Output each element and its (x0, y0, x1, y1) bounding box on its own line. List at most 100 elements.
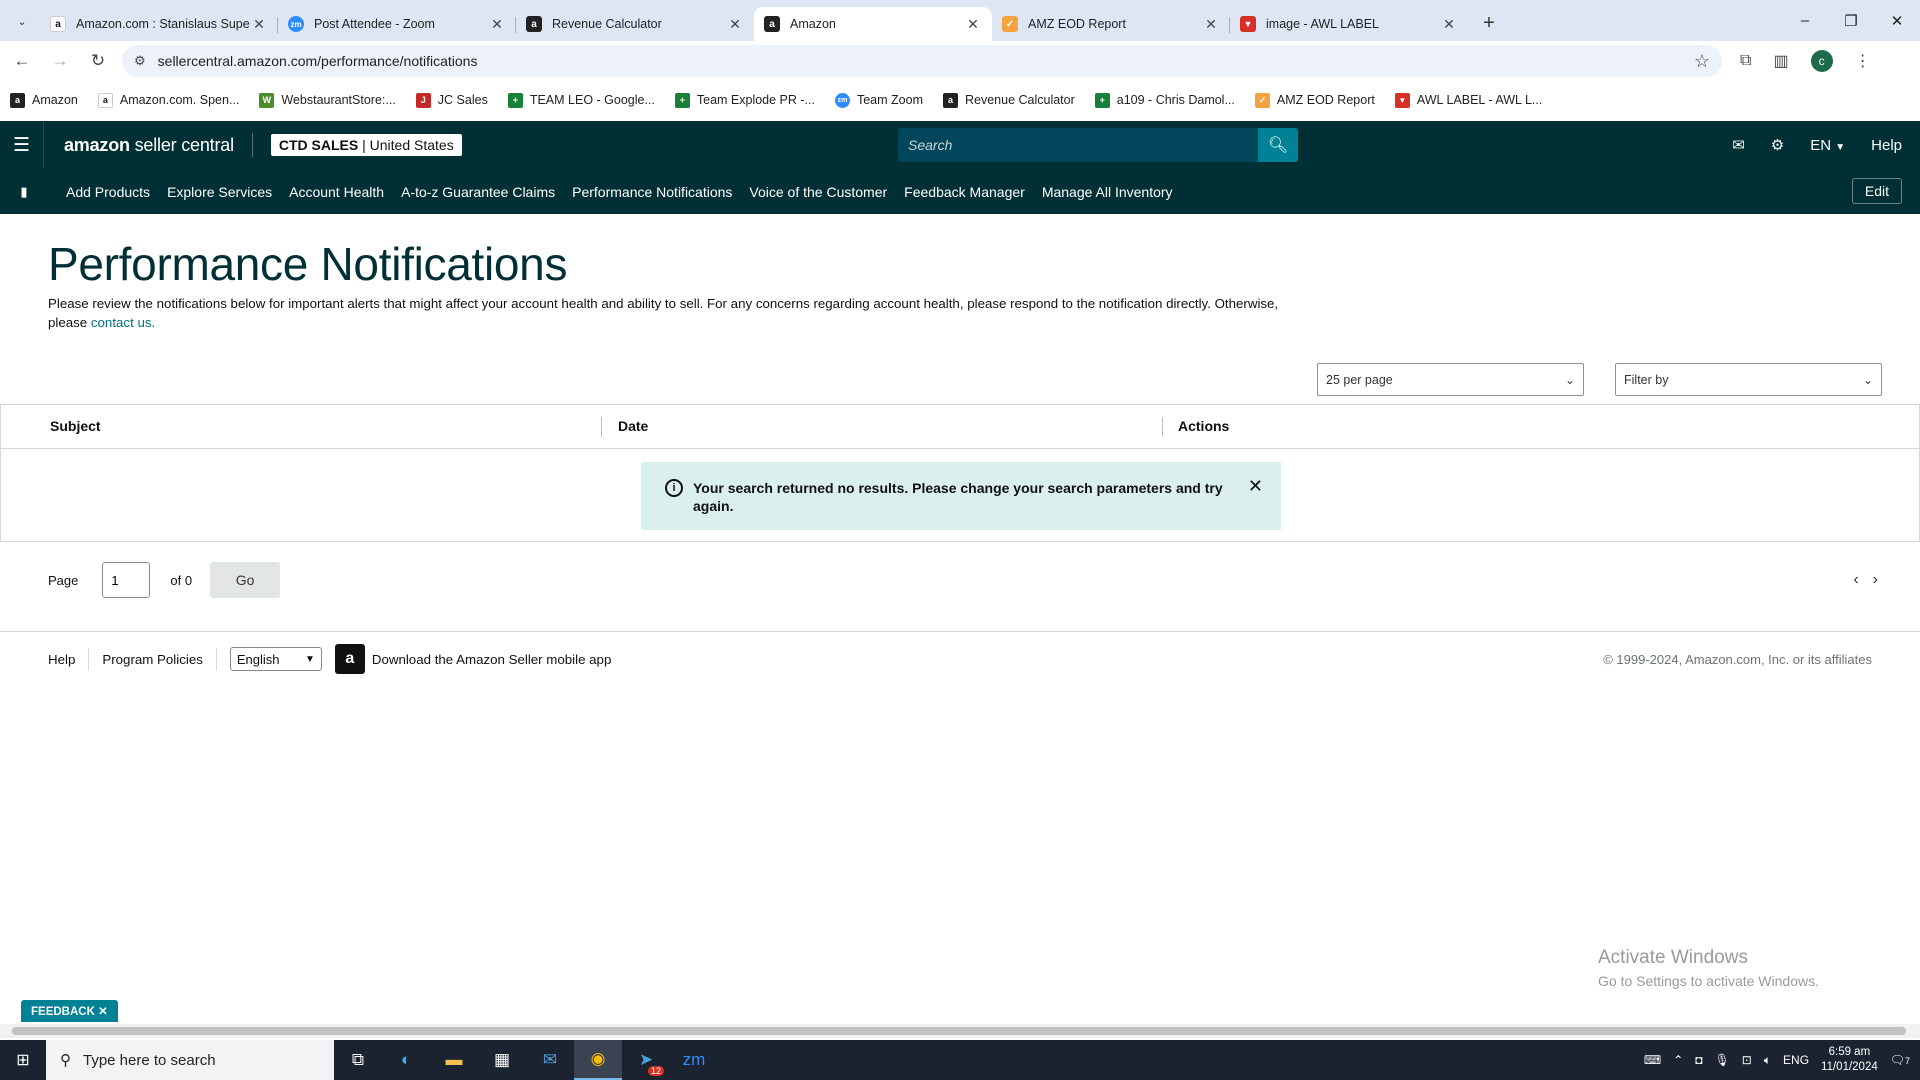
network-icon[interactable]: ⊡ (1742, 1053, 1752, 1067)
restore-icon[interactable]: ❐ (1828, 12, 1874, 30)
task-view-icon[interactable]: ⧉ (334, 1040, 382, 1080)
close-feedback-icon[interactable]: ✕ (98, 1006, 108, 1018)
bookmark-item[interactable]: W WebstaurantStore:... (259, 92, 396, 108)
bookmark-item[interactable]: a Amazon (10, 92, 78, 108)
url-text[interactable]: sellercentral.amazon.com/performance/not… (158, 53, 478, 69)
bookmark-item[interactable]: + Team Explode PR -... (674, 92, 815, 108)
page-number-input[interactable] (102, 562, 151, 598)
close-tab-icon[interactable]: ✕ (1440, 16, 1458, 33)
nav-feedback-manager[interactable]: Feedback Manager (904, 184, 1025, 200)
close-tab-icon[interactable]: ✕ (250, 16, 268, 33)
notifications-center-icon[interactable]: 🗨︎7 (1890, 1053, 1910, 1067)
clock[interactable]: 6:59 am 11/01/2024 (1821, 1045, 1878, 1075)
input-language[interactable]: ENG (1783, 1053, 1809, 1067)
bookmark-item[interactable]: J JC Sales (415, 92, 488, 108)
new-tab-plus-icon[interactable]: + (1474, 8, 1504, 38)
windows-start-icon[interactable]: ⊞ (0, 1040, 46, 1080)
nav-performance-notifications[interactable]: Performance Notifications (572, 184, 732, 200)
language-code: EN (1810, 136, 1832, 154)
bookmark-item[interactable]: ▼ AWL LABEL - AWL L... (1394, 92, 1542, 108)
file-explorer-icon[interactable]: ▬ (430, 1040, 478, 1080)
help-link[interactable]: Help (1871, 137, 1902, 154)
browser-tab-active[interactable]: a Amazon ✕ (754, 7, 992, 41)
seller-central-header: ☰ amazon seller central CTD SALES | Unit… (0, 121, 1920, 169)
settings-gear-icon[interactable]: ⚙ (1771, 136, 1784, 154)
bookmark-item[interactable]: + TEAM LEO - Google... (507, 92, 655, 108)
forward-arrow-icon[interactable]: → (44, 45, 76, 77)
language-selector[interactable]: EN ▼ (1810, 137, 1845, 154)
nav-add-products[interactable]: Add Products (66, 184, 150, 200)
browser-tab[interactable]: ✓ AMZ EOD Report ✕ (992, 7, 1230, 41)
amazon-favicon-icon: a (942, 92, 958, 108)
edge-browser-icon[interactable]: ◐ (382, 1040, 430, 1080)
bookmark-star-icon[interactable]: ☆ (1694, 51, 1710, 72)
download-app-link[interactable]: Download the Amazon Seller mobile app (372, 652, 612, 667)
volume-icon[interactable]: 🔈︎ (1764, 1053, 1771, 1068)
close-tab-icon[interactable]: ✕ (488, 16, 506, 33)
keyboard-icon[interactable]: ⌨ (1644, 1053, 1661, 1067)
camera-icon[interactable]: ◘ (1695, 1053, 1702, 1067)
close-window-icon[interactable]: ✕ (1874, 12, 1920, 30)
nav-voice-of-customer[interactable]: Voice of the Customer (749, 184, 887, 200)
filter-select[interactable]: Filter by ⌄ (1615, 363, 1882, 396)
mail-icon[interactable]: ✉ (526, 1040, 574, 1080)
browser-tab[interactable]: ▼ image - AWL LABEL ✕ (1230, 7, 1468, 41)
scrollbar-thumb[interactable] (12, 1027, 1906, 1035)
edit-nav-button[interactable]: Edit (1851, 178, 1902, 204)
bookmark-item[interactable]: + a109 - Chris Damol... (1094, 92, 1235, 108)
messages-envelope-icon[interactable]: ✉ (1732, 136, 1745, 154)
store-switcher[interactable]: CTD SALES | United States (270, 134, 462, 156)
browser-menu-kebab-icon[interactable]: ⋮ (1855, 51, 1871, 71)
bookmark-item[interactable]: zm Team Zoom (834, 92, 923, 108)
column-header-subject[interactable]: Subject (50, 418, 101, 434)
page-title: Performance Notifications (48, 238, 568, 290)
tray-overflow-chevron-icon[interactable]: ⌃ (1673, 1053, 1683, 1067)
telegram-icon[interactable]: ➤ 12 (622, 1040, 670, 1080)
chrome-icon[interactable]: ◉ (574, 1040, 622, 1080)
per-page-select[interactable]: 25 per page ⌄ (1317, 363, 1584, 396)
bookmark-item[interactable]: a Amazon.com. Spen... (97, 92, 239, 108)
hamburger-menu-icon[interactable]: ☰ (0, 121, 44, 169)
taskbar-search[interactable]: ⚲ Type here to search (46, 1040, 334, 1080)
bookmark-flag-icon[interactable]: ▮ (0, 184, 48, 200)
close-tab-icon[interactable]: ✕ (964, 16, 982, 33)
nav-explore-services[interactable]: Explore Services (167, 184, 272, 200)
seller-central-logo[interactable]: amazon seller central (64, 135, 234, 156)
bookmark-item[interactable]: a Revenue Calculator (942, 92, 1075, 108)
extensions-puzzle-icon[interactable]: ⧉ (1740, 52, 1751, 70)
close-tab-icon[interactable]: ✕ (1202, 16, 1220, 33)
contact-us-link[interactable]: contact us. (91, 315, 155, 330)
reload-icon[interactable]: ↻ (82, 45, 114, 77)
horizontal-scrollbar[interactable] (0, 1024, 1920, 1038)
tab-search-chevron-icon[interactable]: ⌄ (8, 7, 36, 35)
profile-avatar[interactable]: c (1810, 50, 1833, 72)
column-header-date[interactable]: Date (618, 418, 648, 434)
amazon-seller-app-icon[interactable]: a (334, 644, 365, 674)
microphone-icon[interactable]: 🎙︎ (1715, 1053, 1730, 1067)
back-arrow-icon[interactable]: ← (6, 45, 38, 77)
footer-help-link[interactable]: Help (48, 648, 90, 670)
next-page-chevron-icon[interactable]: › (1873, 571, 1878, 589)
browser-tab[interactable]: a Revenue Calculator ✕ (516, 7, 754, 41)
close-tab-icon[interactable]: ✕ (726, 16, 744, 33)
browser-tab[interactable]: zm Post Attendee - Zoom ✕ (278, 7, 516, 41)
feedback-button[interactable]: FEEDBACK ✕ (21, 1000, 118, 1022)
footer-language-select[interactable]: English ▼ (229, 647, 322, 671)
search-input[interactable]: Search (898, 128, 1258, 162)
bookmark-item[interactable]: ✓ AMZ EOD Report (1254, 92, 1375, 108)
url-omnibox[interactable]: ⚙ sellercentral.amazon.com/performance/n… (122, 45, 1722, 77)
nav-a-to-z-claims[interactable]: A-to-z Guarantee Claims (401, 184, 555, 200)
close-alert-icon[interactable]: ✕ (1248, 477, 1263, 495)
previous-page-chevron-icon[interactable]: ‹ (1853, 571, 1858, 589)
zoom-app-icon[interactable]: zm (670, 1040, 718, 1080)
nav-manage-inventory[interactable]: Manage All Inventory (1042, 184, 1173, 200)
search-button[interactable]: 🔍︎ (1258, 128, 1298, 162)
footer-program-policies-link[interactable]: Program Policies (102, 648, 217, 670)
side-panel-icon[interactable]: ▥ (1773, 51, 1788, 71)
nav-account-health[interactable]: Account Health (289, 184, 384, 200)
browser-tab[interactable]: a Amazon.com : Stanislaus Supe ✕ (40, 7, 278, 41)
minimize-icon[interactable]: – (1782, 12, 1828, 29)
site-info-icon[interactable]: ⚙ (134, 53, 146, 69)
microsoft-store-icon[interactable]: ▦ (478, 1040, 526, 1080)
go-button[interactable]: Go (210, 562, 281, 598)
